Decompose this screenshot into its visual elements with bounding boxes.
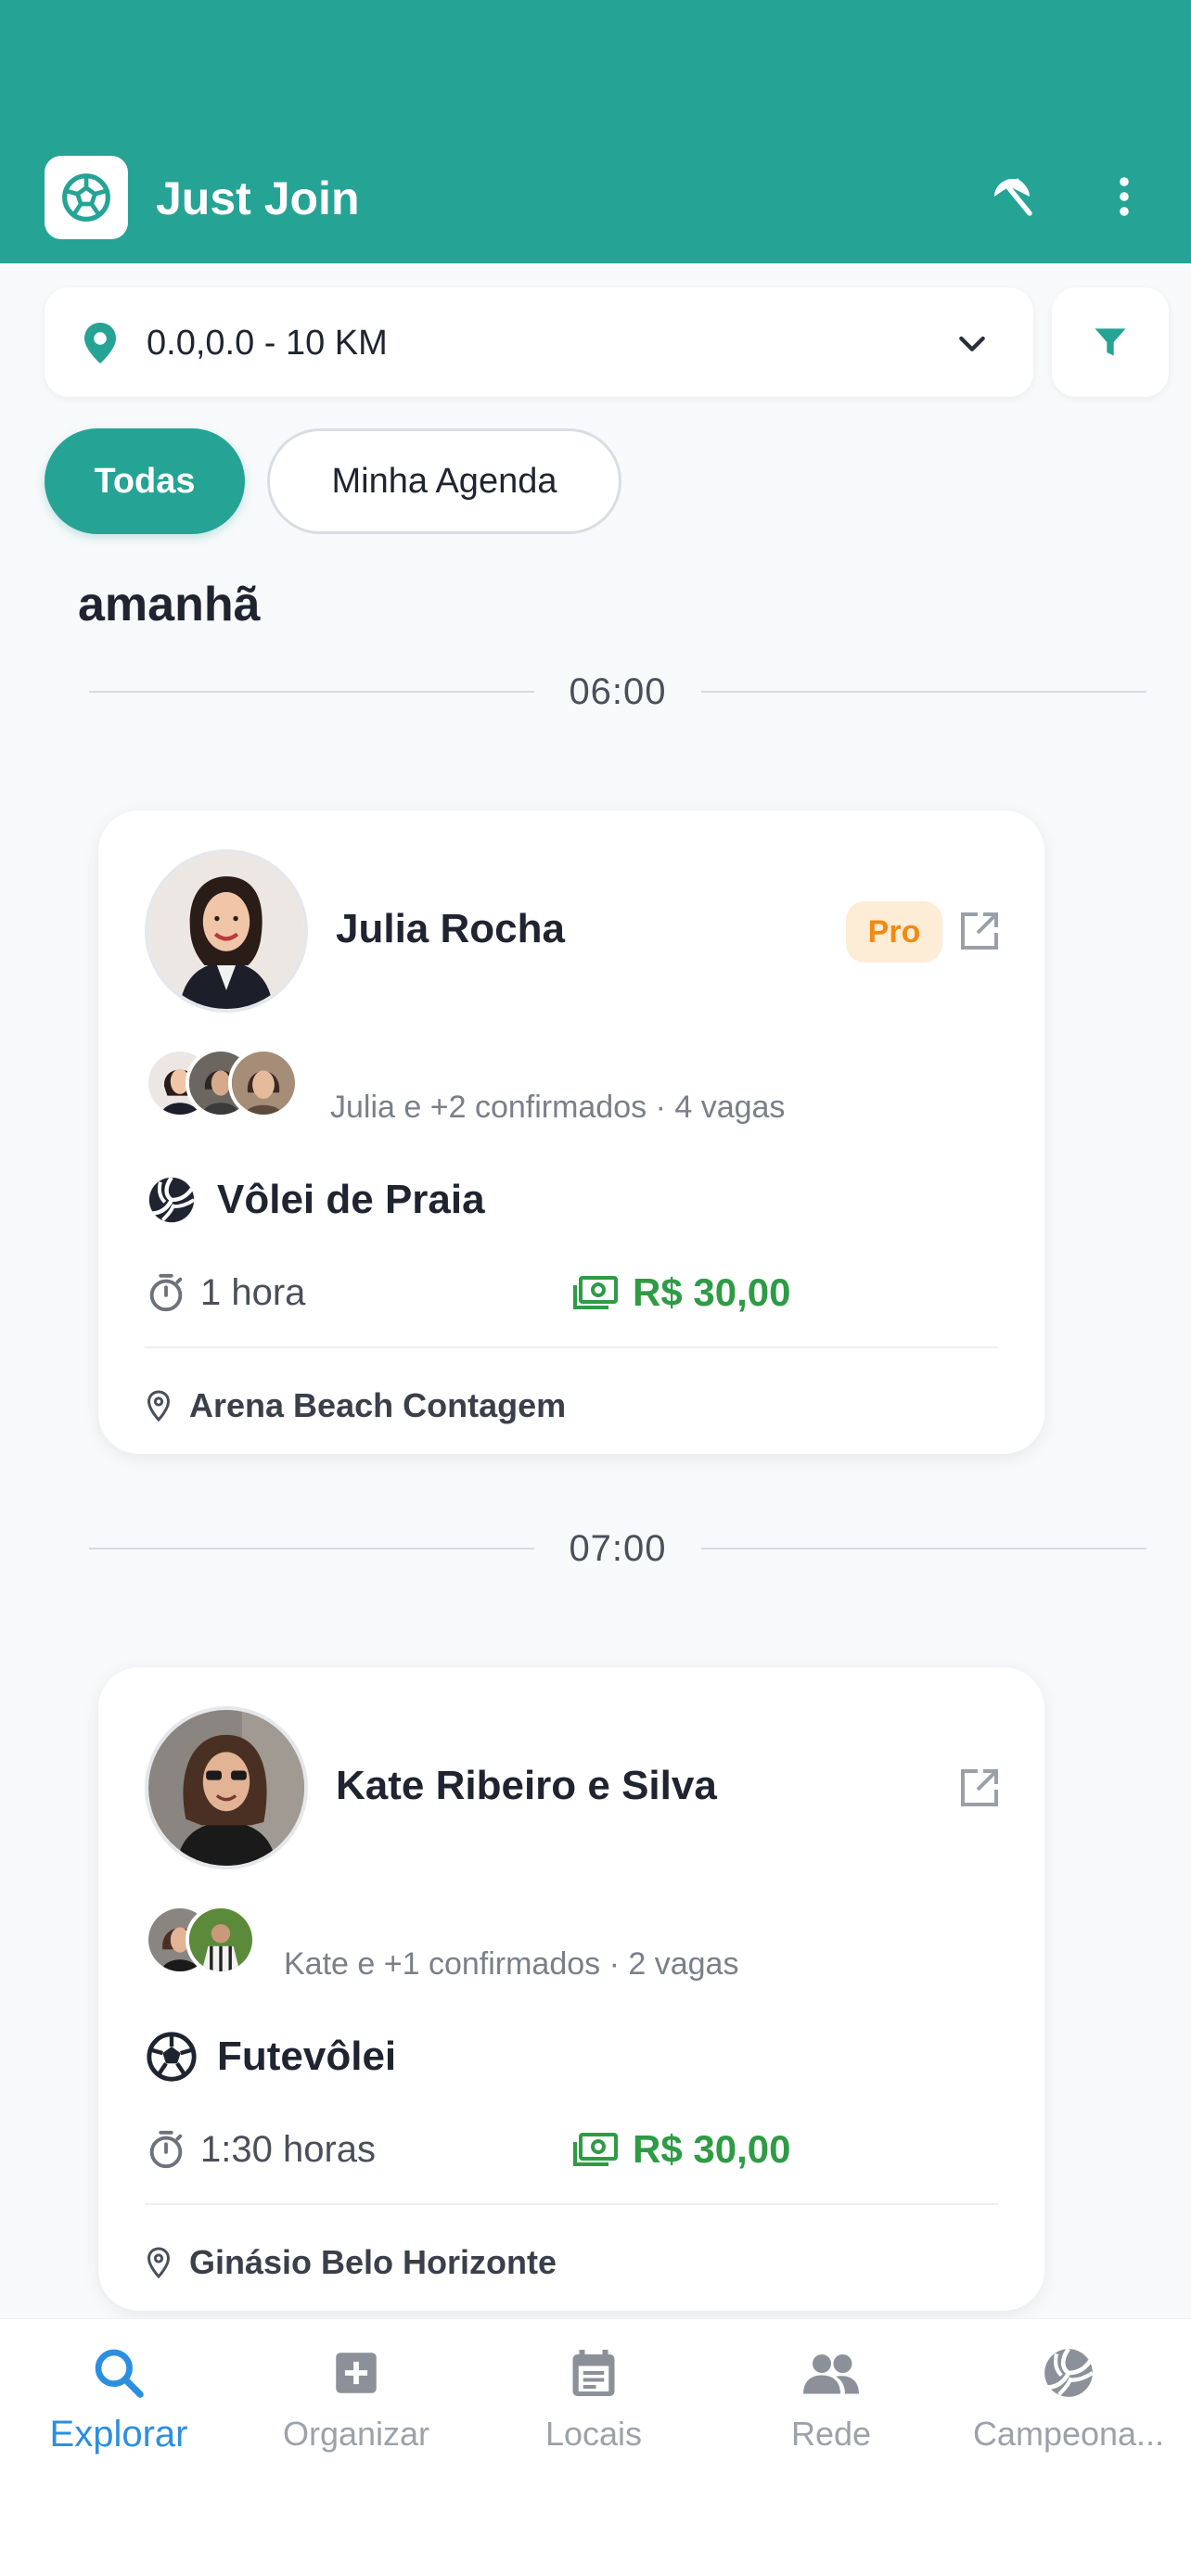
- price-text: R$ 30,00: [633, 1270, 791, 1314]
- app-title: Just Join: [156, 172, 360, 224]
- price-text: R$ 30,00: [633, 2127, 791, 2171]
- nav-label: Rede: [790, 2415, 872, 2453]
- divider: [145, 2203, 998, 2205]
- time-separator: 07:00: [89, 1521, 1146, 1576]
- sport-row: Vôlei de Praia: [145, 1172, 485, 1228]
- duration-row: 1:30 horas: [145, 2122, 376, 2177]
- duration-text: 1 hora: [200, 1272, 306, 1313]
- participant-avatar: [228, 1048, 299, 1118]
- bottom-nav: Explorar Organizar Locais Rede Campeona.…: [0, 2318, 1191, 2576]
- nav-item-organizar[interactable]: Organizar: [237, 2336, 475, 2475]
- people-icon: [803, 2354, 859, 2394]
- volleyball-icon: [1044, 2347, 1094, 2397]
- participants-text: Julia e +2 confirmados · 4 vagas: [330, 1090, 786, 1125]
- nav-label: Explorar: [49, 2414, 188, 2455]
- open-external-icon[interactable]: [957, 909, 1002, 953]
- chip-todas[interactable]: Todas: [45, 428, 245, 534]
- location-pin-icon: [84, 323, 116, 363]
- filter-icon: [1095, 328, 1126, 356]
- money-icon: [573, 1276, 618, 1309]
- duration-text: 1:30 horas: [200, 2129, 377, 2170]
- event-card[interactable]: Julia Rocha Pro Julia e +2 confirmados ·…: [98, 810, 1044, 1454]
- chevron-down-icon: [959, 336, 985, 351]
- app-logo: [45, 156, 128, 239]
- nav-item-rede[interactable]: Rede: [712, 2336, 950, 2475]
- beach-umbrella-icon: [993, 178, 1032, 216]
- participant-avatar: [186, 1905, 256, 1975]
- volleyball-icon: [148, 1176, 196, 1223]
- nav-label: Campeona...: [972, 2415, 1165, 2453]
- pro-badge: Pro: [846, 901, 942, 963]
- divider: [145, 1346, 998, 1348]
- location-pin-outline-icon: [147, 1390, 171, 1422]
- nav-item-campeonatos[interactable]: Campeona...: [950, 2336, 1187, 2475]
- soccer-ball-icon: [62, 173, 110, 222]
- beach-umbrella-button[interactable]: [985, 169, 1041, 224]
- sport-row: Futevôlei: [145, 2029, 396, 2085]
- chip-minha-agenda[interactable]: Minha Agenda: [267, 428, 621, 534]
- money-icon: [573, 2133, 618, 2166]
- price-row: R$ 30,00: [571, 1265, 790, 1320]
- nav-label: Organizar: [282, 2415, 430, 2453]
- organizer-name[interactable]: Kate Ribeiro e Silva: [336, 1762, 717, 1810]
- nav-label: Locais: [544, 2415, 643, 2453]
- sport-name: Vôlei de Praia: [217, 1177, 485, 1222]
- participants-text: Kate e +1 confirmados · 2 vagas: [284, 1946, 739, 1982]
- organizer-name[interactable]: Julia Rocha: [336, 905, 565, 953]
- organizer-avatar: [145, 1706, 308, 1869]
- duration-row: 1 hora: [145, 1265, 305, 1320]
- nav-item-explorar[interactable]: Explorar: [0, 2336, 237, 2475]
- location-text: 0.0,0.0 - 10 KM: [147, 324, 388, 363]
- soccer-ball-icon: [147, 2032, 197, 2082]
- location-selector[interactable]: 0.0,0.0 - 10 KM: [45, 287, 1033, 397]
- day-title: amanhã: [78, 578, 261, 631]
- timer-icon: [149, 2130, 183, 2169]
- more-options-button[interactable]: [1096, 169, 1152, 224]
- location-pin-outline-icon: [147, 2247, 171, 2279]
- place-row[interactable]: Ginásio Belo Horizonte: [145, 2240, 557, 2285]
- place-row[interactable]: Arena Beach Contagem: [145, 1384, 566, 1428]
- nav-item-locais[interactable]: Locais: [475, 2336, 712, 2475]
- event-card[interactable]: Kate Ribeiro e Silva Kate e +1 confirmad…: [98, 1667, 1044, 2311]
- add-box-icon: [336, 2353, 377, 2393]
- place-name: Arena Beach Contagem: [189, 1386, 567, 1424]
- calendar-icon: [572, 2350, 615, 2396]
- open-external-icon[interactable]: [957, 1766, 1002, 1810]
- sport-name: Futevôlei: [217, 2034, 397, 2079]
- app-header: Just Join: [0, 0, 1191, 263]
- price-row: R$ 30,00: [571, 2122, 790, 2177]
- more-vert-icon: [1120, 177, 1129, 216]
- search-icon: [95, 2349, 144, 2398]
- place-name: Ginásio Belo Horizonte: [189, 2243, 557, 2281]
- filter-button[interactable]: [1052, 287, 1169, 397]
- time-separator: 06:00: [89, 664, 1146, 720]
- timer-icon: [149, 1273, 183, 1312]
- organizer-avatar: [145, 849, 308, 1013]
